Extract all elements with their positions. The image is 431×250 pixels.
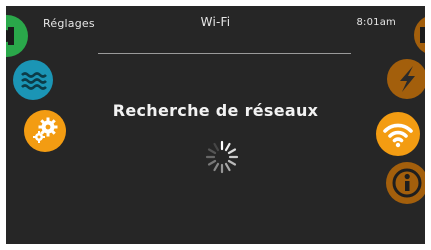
wifi-screen: Réglages Wi-Fi 8:01am Recherche de résea… bbox=[0, 0, 431, 250]
water-button[interactable] bbox=[13, 60, 53, 100]
info-icon bbox=[392, 168, 422, 198]
main-panel: Réglages Wi-Fi 8:01am Recherche de résea… bbox=[6, 6, 425, 244]
back-button[interactable] bbox=[6, 15, 28, 57]
back-icon bbox=[6, 27, 14, 45]
header-divider bbox=[98, 53, 351, 54]
info-button[interactable] bbox=[386, 162, 425, 204]
water-icon bbox=[21, 72, 47, 90]
clock: 8:01am bbox=[356, 17, 396, 28]
exit-icon bbox=[420, 27, 425, 43]
lights-button[interactable] bbox=[387, 59, 425, 99]
loading-spinner-icon bbox=[205, 140, 239, 174]
status-message: Recherche de réseaux bbox=[112, 101, 319, 120]
exit-button[interactable] bbox=[414, 15, 425, 55]
lightning-icon bbox=[400, 66, 415, 92]
